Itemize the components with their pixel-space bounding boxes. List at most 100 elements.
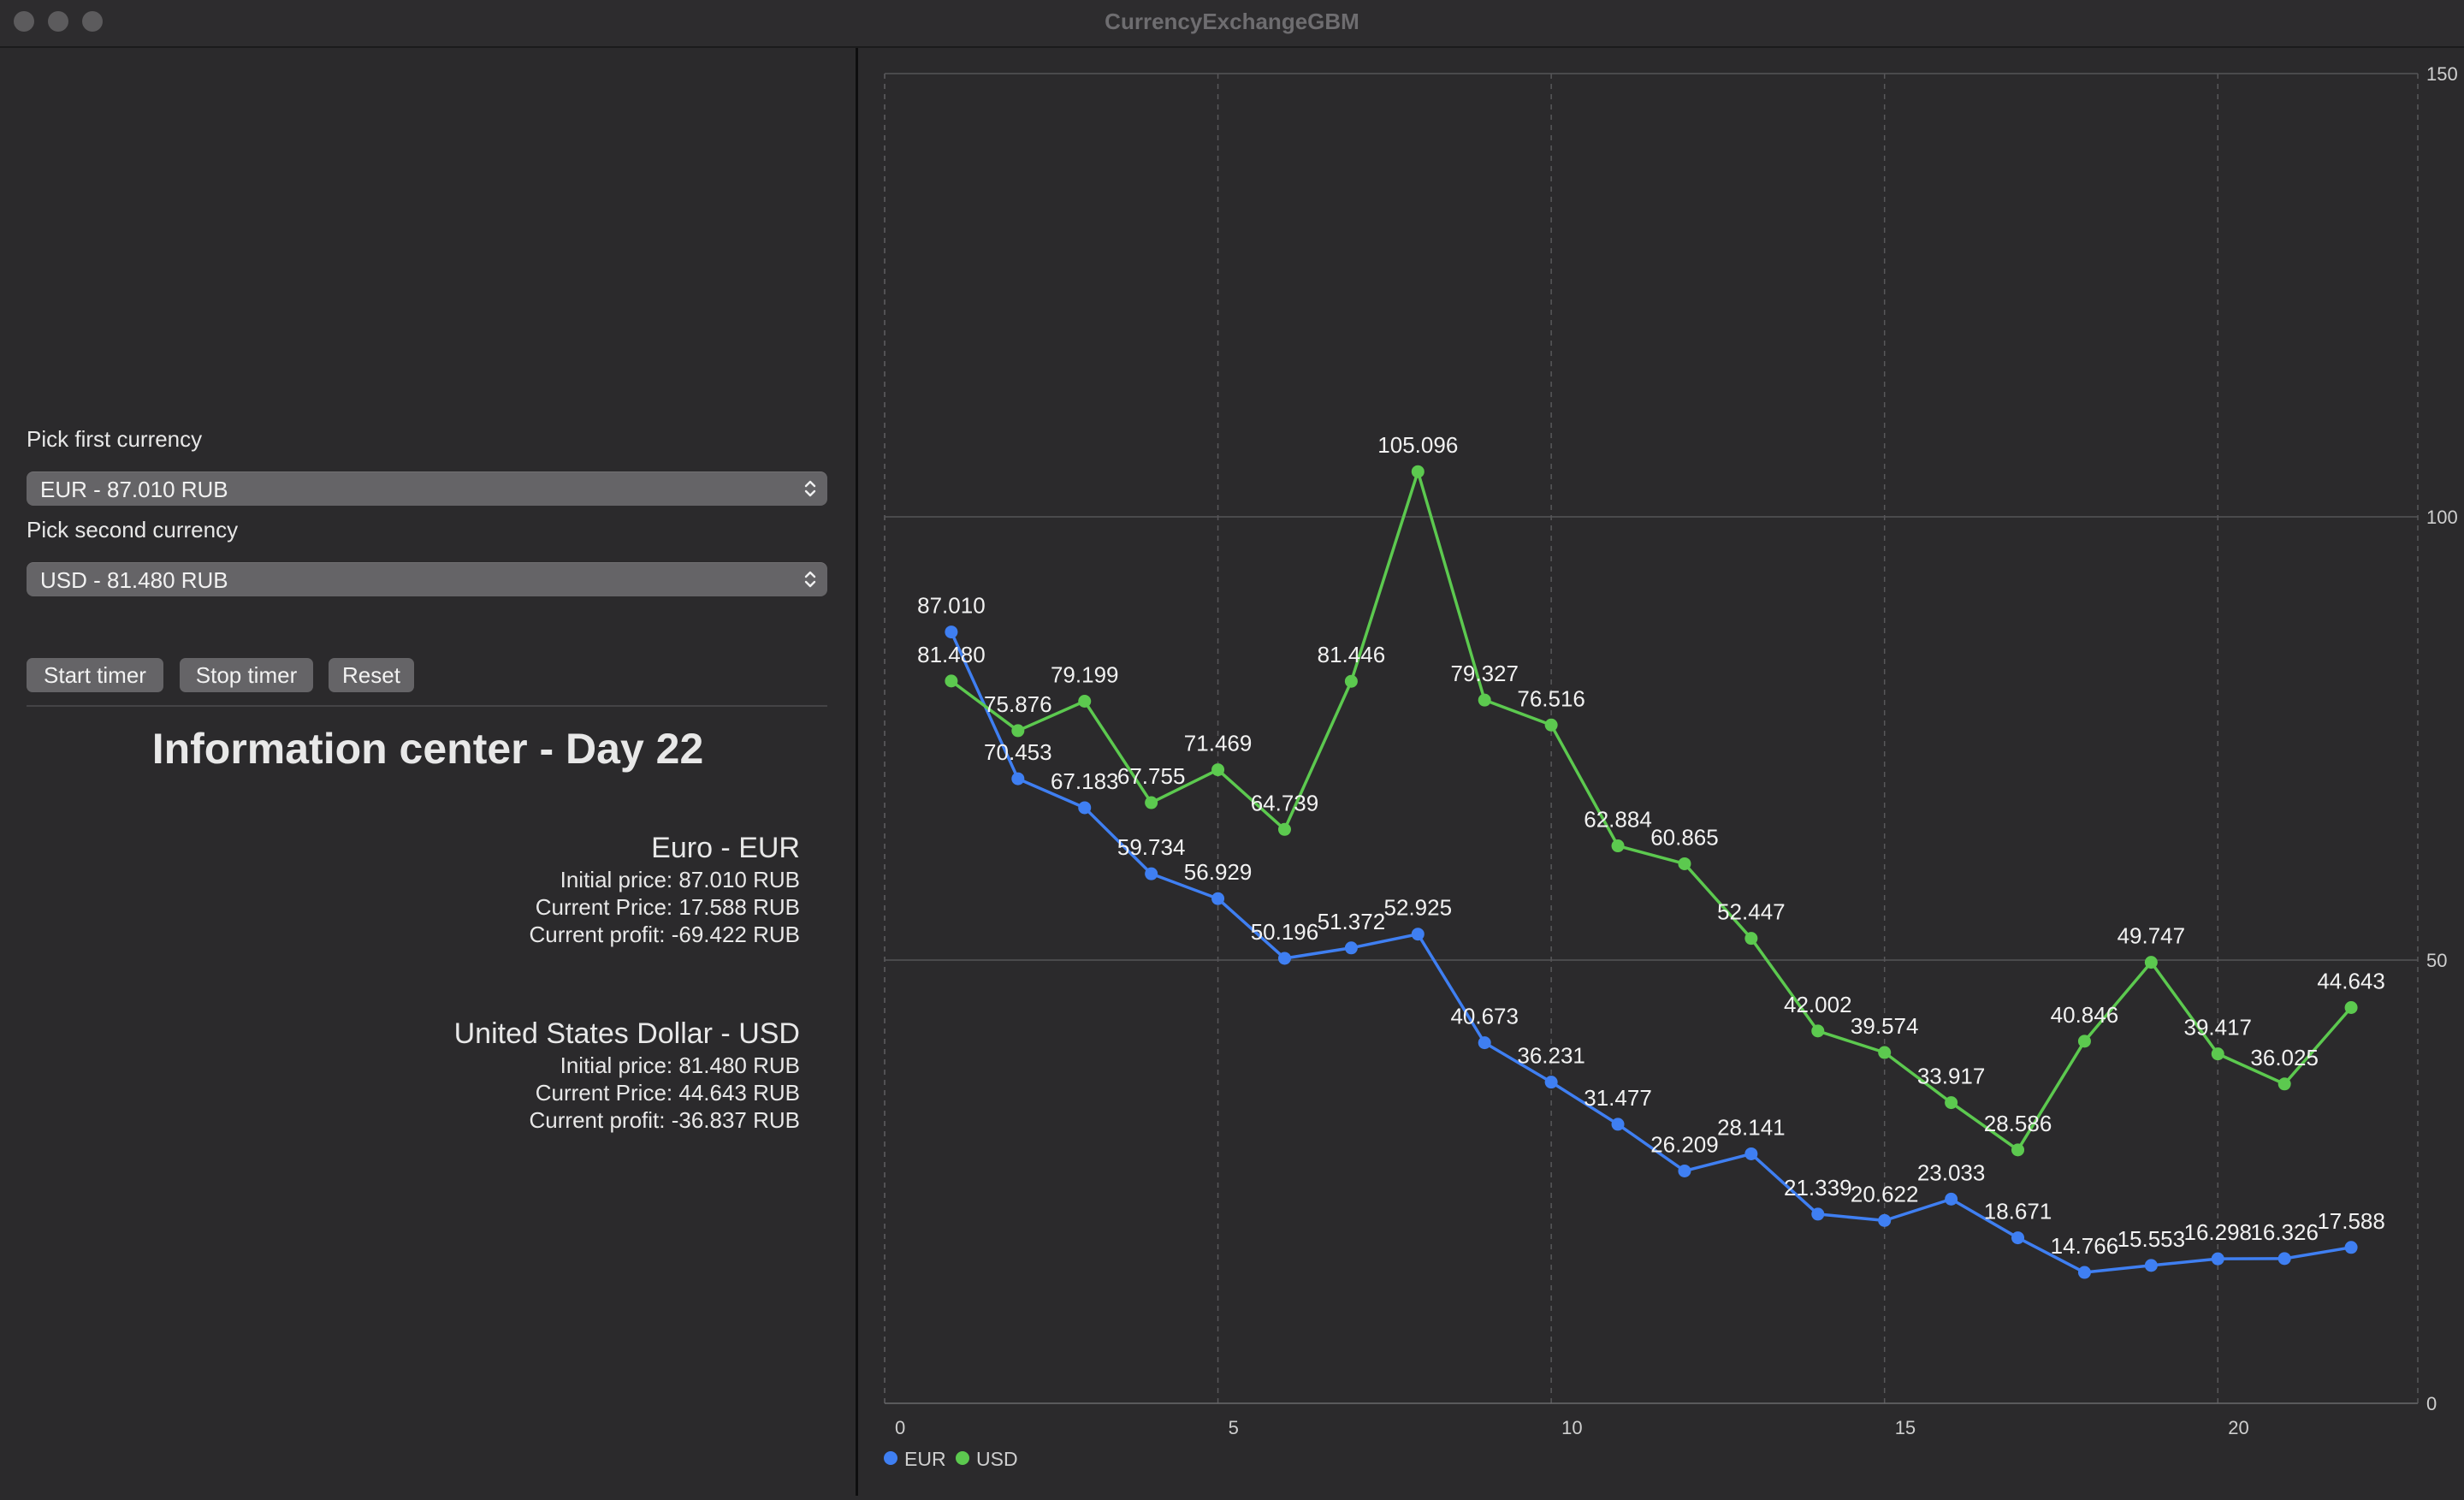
data-point-usd — [1678, 857, 1691, 870]
second-currency-select[interactable]: USD - 81.480 RUB — [27, 562, 827, 596]
data-label-usd: 33.917 — [1917, 1064, 1986, 1089]
data-point-usd — [2211, 1047, 2224, 1061]
data-label-usd: 62.884 — [1584, 807, 1652, 833]
data-point-eur — [1478, 1036, 1491, 1050]
first-currency-label: Pick first currency — [27, 426, 203, 452]
eur-info-block: Euro - EUR Initial price: 87.010 RUB Cur… — [116, 830, 800, 948]
chevron-up-down-icon — [804, 480, 816, 497]
x-tick-label: 15 — [1895, 1417, 1916, 1438]
data-label-usd: 40.846 — [2051, 1002, 2119, 1028]
series-line-eur — [950, 631, 2352, 1274]
data-label-eur: 18.671 — [1984, 1199, 2052, 1224]
data-label-usd: 52.447 — [1717, 899, 1786, 925]
sidebar: Pick first currency EUR - 87.010 RUB Pic… — [0, 48, 856, 1496]
data-point-eur — [1878, 1213, 1892, 1227]
data-label-eur: 14.766 — [2051, 1233, 2119, 1259]
eur-initial-price: Initial price: 87.010 RUB — [560, 867, 800, 892]
x-tick-label: 10 — [1561, 1417, 1582, 1438]
data-point-eur — [1344, 941, 1358, 955]
data-label-eur: 26.209 — [1650, 1131, 1719, 1157]
data-label-usd: 79.327 — [1450, 661, 1519, 686]
legend-swatch-eur — [884, 1451, 897, 1465]
data-point-eur — [1811, 1207, 1825, 1221]
data-label-usd: 42.002 — [1784, 992, 1852, 1017]
first-currency-select[interactable]: EUR - 87.010 RUB — [27, 471, 827, 506]
eur-current-price: Current Price: 17.588 RUB — [535, 894, 800, 920]
data-point-eur — [2211, 1252, 2224, 1266]
data-label-usd: 81.480 — [917, 642, 986, 667]
data-point-usd — [1945, 1096, 1958, 1110]
data-label-eur: 21.339 — [1784, 1175, 1852, 1201]
data-label-eur: 51.372 — [1318, 909, 1386, 934]
title-bar: CurrencyExchangeGBM — [0, 0, 2464, 48]
data-label-eur: 28.141 — [1717, 1114, 1786, 1140]
usd-initial-price: Initial price: 81.480 RUB — [560, 1052, 800, 1078]
usd-name: United States Dollar - USD — [453, 1017, 800, 1050]
data-point-eur — [2144, 1259, 2158, 1272]
data-label-eur: 23.033 — [1917, 1159, 1986, 1185]
data-point-usd — [2344, 1000, 2358, 1014]
usd-current-profit: Current profit: -36.837 RUB — [529, 1107, 800, 1133]
y-tick-label: 50 — [2426, 950, 2447, 971]
data-point-eur — [1544, 1076, 1558, 1089]
data-label-usd: 76.516 — [1517, 685, 1585, 711]
legend-label-usd: USD — [976, 1448, 1018, 1470]
data-point-eur — [945, 625, 958, 639]
data-label-usd: 49.747 — [2118, 923, 2186, 949]
data-label-usd: 36.025 — [2250, 1045, 2319, 1070]
data-point-eur — [1078, 801, 1092, 815]
data-point-usd — [1411, 465, 1424, 478]
y-tick-label: 100 — [2426, 507, 2458, 528]
information-center-heading: Information center - Day 22 — [151, 725, 704, 773]
chart-panel: 0 5 10 15 20 0 50 100 150 87.010 70.453 67.183 59.73… — [858, 48, 2464, 1496]
x-tick-label: 5 — [1229, 1417, 1239, 1438]
data-label-eur: 31.477 — [1584, 1085, 1652, 1111]
legend-swatch-usd — [956, 1451, 969, 1465]
data-point-usd — [1145, 796, 1158, 809]
data-label-eur: 70.453 — [984, 739, 1052, 765]
data-label-eur: 20.622 — [1851, 1181, 1919, 1207]
data-label-eur: 56.929 — [1184, 859, 1253, 885]
start-timer-button[interactable]: Start timer — [27, 658, 163, 692]
data-point-usd — [1211, 763, 1225, 777]
data-point-usd — [945, 674, 958, 688]
data-label-eur: 67.183 — [1051, 768, 1119, 794]
eur-current-profit: Current profit: -69.422 RUB — [529, 922, 800, 947]
data-label-usd: 79.199 — [1051, 661, 1119, 687]
data-point-usd — [1011, 724, 1025, 738]
data-label-usd: 67.755 — [1117, 763, 1186, 789]
data-point-usd — [1544, 718, 1558, 732]
eur-name: Euro - EUR — [651, 832, 800, 864]
data-label-usd: 39.417 — [2183, 1015, 2252, 1041]
data-point-usd — [1744, 932, 1758, 946]
chevron-up-down-icon — [804, 571, 816, 588]
separator — [27, 705, 827, 707]
data-label-eur: 50.196 — [1251, 919, 1319, 945]
line-chart: 0 5 10 15 20 0 50 100 150 87.010 70.453 67.183 59.73… — [884, 63, 2458, 1470]
data-label-eur: 87.010 — [917, 593, 986, 619]
data-label-usd: 28.586 — [1984, 1111, 2052, 1136]
data-point-eur — [1277, 952, 1291, 965]
data-point-eur — [2344, 1241, 2358, 1254]
data-label-usd: 44.643 — [2317, 968, 2385, 993]
data-label-usd: 39.574 — [1851, 1013, 1919, 1039]
data-label-usd: 81.446 — [1318, 642, 1386, 667]
data-label-usd: 75.876 — [984, 691, 1052, 717]
reset-button[interactable]: Reset — [329, 658, 414, 692]
data-label-usd: 64.739 — [1251, 790, 1319, 815]
data-point-eur — [1945, 1192, 1958, 1206]
data-point-usd — [2011, 1143, 2025, 1157]
y-tick-label: 150 — [2426, 63, 2458, 85]
data-point-eur — [1145, 867, 1158, 880]
data-point-eur — [1678, 1164, 1691, 1177]
second-currency-label: Pick second currency — [27, 517, 239, 542]
x-tick-label: 0 — [895, 1417, 905, 1438]
stop-timer-button[interactable]: Stop timer — [180, 658, 313, 692]
data-label-eur: 40.673 — [1450, 1004, 1519, 1029]
data-point-usd — [1078, 694, 1092, 708]
second-currency-value: USD - 81.480 RUB — [40, 567, 228, 593]
data-point-eur — [1744, 1147, 1758, 1160]
data-label-usd: 105.096 — [1377, 432, 1458, 458]
first-currency-value: EUR - 87.010 RUB — [40, 477, 228, 502]
usd-current-price: Current Price: 44.643 RUB — [535, 1080, 800, 1106]
